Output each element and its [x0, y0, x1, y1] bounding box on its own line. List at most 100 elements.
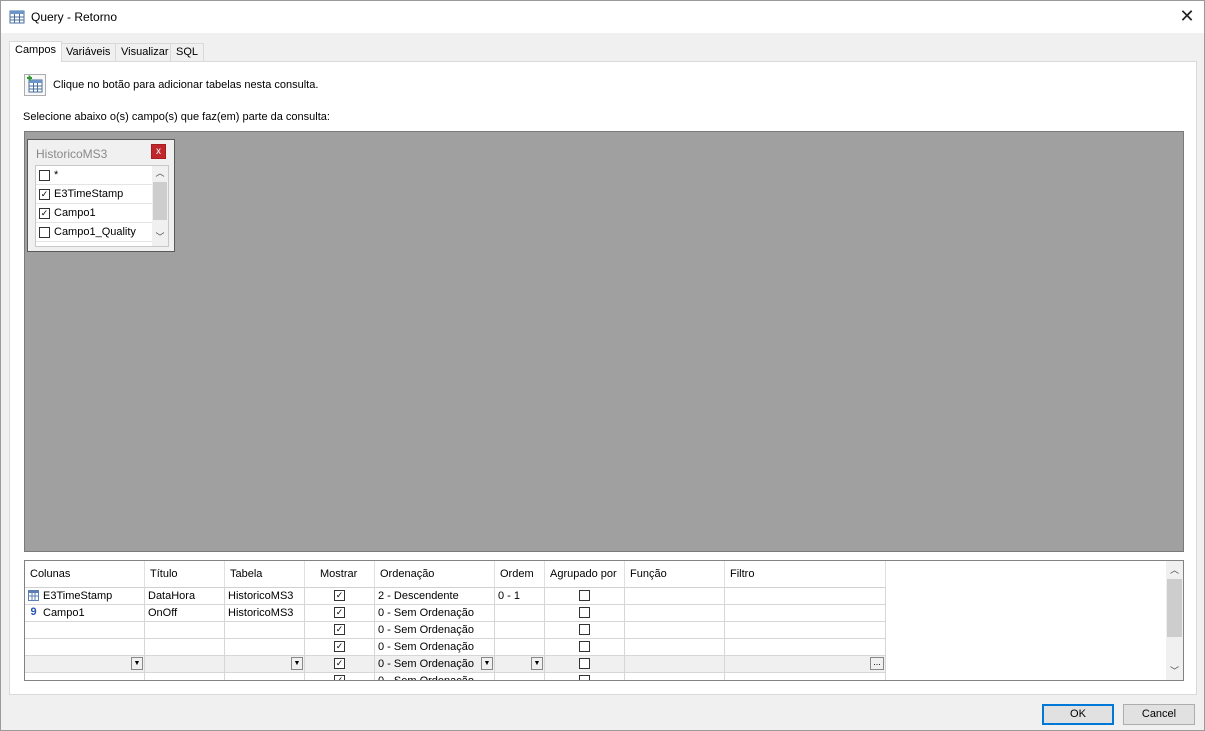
agrupado-checkbox[interactable] — [579, 606, 590, 618]
ordem-dropdown[interactable]: ▼ — [495, 656, 545, 673]
mostrar-checkbox[interactable]: ✓ — [334, 640, 345, 652]
cell-funcao[interactable] — [625, 639, 725, 656]
field-checkbox[interactable] — [39, 170, 50, 181]
close-icon[interactable]: ✕ — [1170, 1, 1204, 33]
cell-funcao[interactable] — [625, 622, 725, 639]
field-checkbox[interactable]: ✓ — [39, 208, 50, 219]
column-header-colunas[interactable]: Colunas — [25, 561, 145, 588]
table-box-historicoms3[interactable]: HistoricoMS3 x * ✓ E3TimeStamp ✓ Campo1 — [27, 139, 175, 252]
ellipsis-button[interactable]: ... — [870, 657, 884, 670]
column-header-titulo[interactable]: Título — [145, 561, 225, 588]
cell-filtro[interactable] — [725, 622, 886, 639]
mostrar-checkbox[interactable]: ✓ — [334, 623, 345, 635]
cell-tabela[interactable] — [225, 673, 305, 680]
table-row[interactable]: E3TimeStamp — [25, 588, 145, 605]
cell-ordenacao[interactable]: 0 - Sem Ordenação — [375, 622, 495, 639]
cell-filtro[interactable] — [725, 605, 886, 622]
cell-mostrar[interactable]: ✓ — [305, 605, 375, 622]
tab-variaveis[interactable]: Variáveis — [60, 43, 117, 61]
cell-tabela[interactable]: HistoricoMS3 — [225, 588, 305, 605]
scroll-thumb[interactable] — [153, 182, 167, 220]
mostrar-checkbox[interactable]: ✓ — [334, 657, 345, 669]
agrupado-checkbox[interactable] — [579, 589, 590, 601]
cell-mostrar[interactable]: ✓ — [305, 622, 375, 639]
cell-titulo[interactable]: DataHora — [145, 588, 225, 605]
agrupado-checkbox[interactable] — [579, 674, 590, 680]
scroll-thumb[interactable] — [1167, 579, 1182, 637]
cell-mostrar[interactable]: ✓ — [305, 656, 375, 673]
scroll-down-icon[interactable]: ﹀ — [152, 230, 168, 244]
grid-scrollbar[interactable]: ︿ ﹀ — [1166, 561, 1183, 680]
cell-tabela[interactable] — [225, 639, 305, 656]
cell-funcao[interactable] — [625, 605, 725, 622]
cell-titulo[interactable] — [145, 673, 225, 680]
dropdown-arrow-icon[interactable]: ▼ — [531, 657, 543, 670]
agrupado-checkbox[interactable] — [579, 623, 590, 635]
agrupado-checkbox[interactable] — [579, 640, 590, 652]
cell-tabela[interactable] — [225, 622, 305, 639]
cell-agrupado[interactable] — [545, 656, 625, 673]
tabela-dropdown[interactable]: ▼ — [225, 656, 305, 673]
table-row[interactable] — [25, 639, 145, 656]
column-header-funcao[interactable]: Função — [625, 561, 725, 588]
cell-titulo[interactable] — [145, 639, 225, 656]
ok-button[interactable]: OK — [1042, 704, 1114, 725]
cell-titulo[interactable]: OnOff — [145, 605, 225, 622]
cell-agrupado[interactable] — [545, 673, 625, 680]
cell-funcao[interactable] — [625, 673, 725, 680]
dropdown-arrow-icon[interactable]: ▼ — [131, 657, 143, 670]
mostrar-checkbox[interactable]: ✓ — [334, 674, 345, 680]
cell-ordem[interactable] — [495, 622, 545, 639]
cell-agrupado[interactable] — [545, 622, 625, 639]
table-field-item[interactable]: * — [36, 166, 152, 185]
cell-agrupado[interactable] — [545, 588, 625, 605]
cell-ordenacao[interactable]: 0 - Sem Ordenação — [375, 673, 495, 680]
table-field-item[interactable]: Campo1_Quality — [36, 223, 152, 242]
field-checkbox[interactable]: ✓ — [39, 189, 50, 200]
cell-ordenacao[interactable]: 2 - Descendente — [375, 588, 495, 605]
column-header-ordenacao[interactable]: Ordenação — [375, 561, 495, 588]
mostrar-checkbox[interactable]: ✓ — [334, 606, 345, 618]
table-row[interactable]: 9 Campo1 — [25, 605, 145, 622]
tab-visualizar[interactable]: Visualizar — [115, 43, 175, 61]
cell-funcao[interactable] — [625, 588, 725, 605]
column-header-agrupado[interactable]: Agrupado por — [545, 561, 625, 588]
cell-mostrar[interactable]: ✓ — [305, 639, 375, 656]
dropdown-arrow-icon[interactable]: ▼ — [291, 657, 303, 670]
column-header-ordem[interactable]: Ordem — [495, 561, 545, 588]
cell-ordem[interactable]: 0 - 1 — [495, 588, 545, 605]
cell-ordem[interactable] — [495, 639, 545, 656]
column-header-mostrar[interactable]: Mostrar — [305, 561, 375, 588]
table-field-item[interactable]: ✓ Campo1 — [36, 204, 152, 223]
scroll-up-icon[interactable]: ︿ — [1166, 563, 1183, 577]
mostrar-checkbox[interactable]: ✓ — [334, 589, 345, 601]
table-box-header[interactable]: HistoricoMS3 x — [28, 140, 174, 164]
scroll-down-icon[interactable]: ﹀ — [1166, 664, 1183, 678]
table-row[interactable] — [25, 622, 145, 639]
cell-mostrar[interactable]: ✓ — [305, 673, 375, 680]
table-box-close-icon[interactable]: x — [151, 144, 166, 159]
table-row[interactable] — [25, 673, 145, 680]
scroll-up-icon[interactable]: ︿ — [152, 166, 168, 180]
table-field-item[interactable]: ✓ E3TimeStamp — [36, 185, 152, 204]
cell-agrupado[interactable] — [545, 605, 625, 622]
field-checkbox[interactable] — [39, 227, 50, 238]
dropdown-arrow-icon[interactable]: ▼ — [481, 657, 493, 670]
cell-filtro[interactable] — [725, 588, 886, 605]
cell-ordenacao[interactable]: 0 - Sem Ordenação — [375, 605, 495, 622]
cell-tabela[interactable]: HistoricoMS3 — [225, 605, 305, 622]
cell-funcao[interactable] — [625, 656, 725, 673]
column-header-tabela[interactable]: Tabela — [225, 561, 305, 588]
tab-sql[interactable]: SQL — [170, 43, 205, 61]
column-header-filtro[interactable]: Filtro — [725, 561, 886, 588]
cell-agrupado[interactable] — [545, 639, 625, 656]
cell-titulo[interactable] — [145, 656, 225, 673]
coluna-dropdown[interactable]: ▼ — [25, 656, 145, 673]
cell-mostrar[interactable]: ✓ — [305, 588, 375, 605]
cell-ordenacao[interactable]: 0 - Sem Ordenação — [375, 639, 495, 656]
add-table-button[interactable] — [24, 74, 46, 96]
ordenacao-dropdown[interactable]: 0 - Sem Ordenação ▼ — [375, 656, 495, 673]
tab-campos[interactable]: Campos — [9, 41, 62, 62]
cell-filtro[interactable] — [725, 639, 886, 656]
table-field-scrollbar[interactable]: ︿ ﹀ — [152, 166, 168, 246]
